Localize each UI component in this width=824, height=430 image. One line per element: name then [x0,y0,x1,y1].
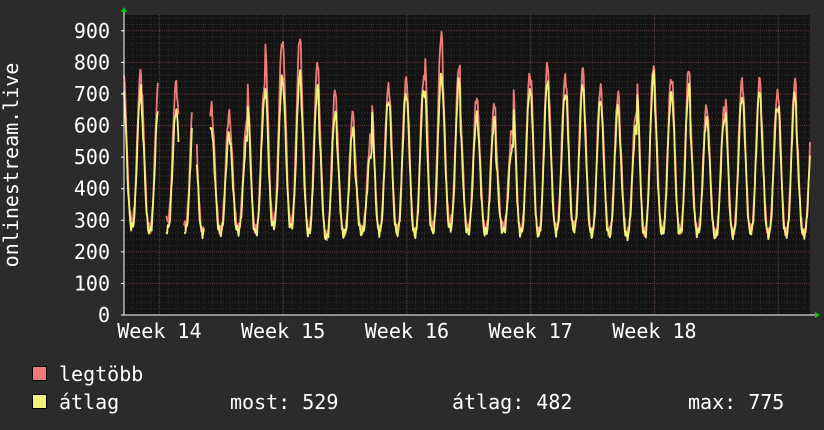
legend-avg-swatch [32,394,47,409]
y-tick-label: 900 [74,19,110,43]
x-tick-label: Week 14 [117,319,201,343]
y-tick-label: 400 [74,177,110,201]
legend-max-swatch [32,366,47,381]
stat-average: átlag: 482 [452,390,573,414]
x-tick-label: Week 16 [365,319,449,343]
y-tick-label: 800 [74,50,110,74]
legend-avg-label: átlag [59,390,120,414]
stat-maximum: max: 775 [688,390,785,414]
y-tick-label: 300 [74,208,110,232]
y-tick-label: 600 [74,114,110,138]
x-tick-label: Week 17 [489,319,573,343]
legend-max: legtöbb [32,362,143,386]
stat-current: most: 529 [230,390,339,414]
y-tick-label: 700 [74,82,110,106]
x-tick-label: Week 15 [241,319,325,343]
y-tick-label: 100 [74,271,110,295]
y-tick-label: 200 [74,240,110,264]
y-tick-label: 500 [74,145,110,169]
legend-max-label: legtöbb [59,362,144,386]
y-axis-label: onlinestream.live [0,63,23,268]
y-tick-label: 0 [98,303,110,327]
legend-avg: átlag [32,390,119,414]
x-tick-label: Week 18 [612,319,696,343]
